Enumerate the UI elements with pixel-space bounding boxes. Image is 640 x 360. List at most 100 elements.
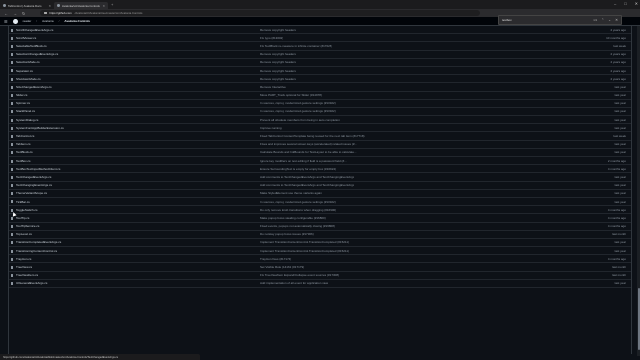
file-name-link[interactable]: TickBar.cs <box>16 200 30 204</box>
file-row[interactable]: TabItem.cs Fixes and improves several scr… <box>9 141 631 149</box>
file-name-link[interactable]: SystemFontAppBuilderExtension.cs <box>16 126 64 130</box>
forward-icon[interactable]: → <box>13 11 17 16</box>
new-tab-button[interactable]: + <box>111 2 113 7</box>
file-row[interactable]: SystemDialog.cs Prevent all obsolete memb… <box>9 116 631 125</box>
file-row[interactable]: Slider.cs Move PART_Track optional for Sl… <box>9 92 631 100</box>
minimize-icon[interactable]: – <box>614 1 616 6</box>
file-name-link[interactable]: ToolTipService.cs <box>16 224 39 228</box>
file-row[interactable]: TextChangingEventArgs.cs Add comments to … <box>9 182 631 190</box>
commit-message-link[interactable]: Fix typo (#13002) <box>260 36 283 40</box>
file-name-link[interactable]: TreeViewItem.cs <box>16 273 38 277</box>
file-name-link[interactable]: TextBlock.cs <box>16 150 33 154</box>
reload-icon[interactable]: ↻ <box>22 11 25 16</box>
file-name-link[interactable]: ScrollChangedEventArgs.cs <box>16 28 53 32</box>
commit-message-link[interactable]: In sources, csproj, modernized gesture s… <box>260 109 336 113</box>
file-name-link[interactable]: SystemDialog.cs <box>16 118 38 122</box>
file-row[interactable]: SelectionChangedEventArgs.cs Remove copyr… <box>9 51 631 59</box>
file-row[interactable]: TransitionCompletedEventArgs.cs Implement… <box>9 239 631 248</box>
commit-message-link[interactable]: Implement TransitionContentControl.Trans… <box>260 240 349 244</box>
commit-message-link[interactable]: Implement TransitionContentControl.Trans… <box>260 249 349 253</box>
commit-message-link[interactable]: Ensure SurroundingText is empty for empt… <box>260 167 336 171</box>
commit-message-link[interactable]: In sources, csproj, modernized gesture s… <box>260 200 336 204</box>
commit-message-link[interactable]: Add comments to TextChangedEventArgs and… <box>260 183 354 187</box>
url-field[interactable]: https://github.com/AvaloniaUI/Avalonia/t… <box>40 10 480 16</box>
find-close-icon[interactable]: ✕ <box>615 18 618 22</box>
file-row[interactable]: SizeChangedEventArgs.cs Remove Interactiv… <box>9 83 631 92</box>
file-name-link[interactable]: Spinner.cs <box>16 101 30 105</box>
file-name-link[interactable]: ScrollViewer.cs <box>16 36 36 40</box>
file-row[interactable]: ShutdownMode.cs Remove copyright headers 4… <box>9 75 631 84</box>
commit-message-link[interactable]: Do only remove knob transitions when dra… <box>260 208 336 212</box>
find-previous-icon[interactable]: ⌃ <box>601 18 604 22</box>
commit-message-link[interactable]: In sources, csproj, modernized gesture s… <box>260 101 336 105</box>
scrollbar-thumb[interactable] <box>637 288 640 350</box>
file-name-link[interactable]: TransitionCompletedEventArgs.cs <box>16 240 61 244</box>
file-row[interactable]: Separator.cs Remove copyright headers 4 ye… <box>9 67 631 76</box>
file-row[interactable]: SelectionMode.cs Remove copyright headers… <box>9 59 631 67</box>
file-row[interactable]: TopLevel.cs Do notstay popup focus issues… <box>9 231 631 239</box>
file-row[interactable]: UIGeneralEventArgs.cs Add implementation … <box>9 280 631 288</box>
breadcrumb-org[interactable]: Avalonia <box>42 19 53 23</box>
file-name-link[interactable]: TextChangedEventArgs.cs <box>16 175 51 179</box>
commit-message-link[interactable]: Do notstay popup focus issues (#17306) <box>260 232 314 236</box>
commit-message-link[interactable]: Fix TextBlock re-measure in infinite con… <box>260 44 332 48</box>
file-row[interactable]: ThemeVariantScope.cs Make StyledElement u… <box>9 190 631 198</box>
file-row[interactable]: ToggleSwitch.cs Do only remove knob trans… <box>9 206 631 215</box>
file-row[interactable]: TabControl.cs Fixed TabControl ContentTem… <box>9 132 631 141</box>
commit-message-link[interactable]: TrayIcon fixes (#17174) <box>260 257 291 261</box>
back-icon[interactable]: ← <box>4 11 8 16</box>
close-tab-icon[interactable]: ✕ <box>102 4 105 8</box>
file-row[interactable]: TextChangedEventArgs.cs Add comments to T… <box>9 173 631 182</box>
commit-message-link[interactable]: Add implementation of all event for appl… <box>260 281 328 285</box>
file-name-link[interactable]: SelectableTextBlock.cs <box>16 44 47 48</box>
commit-message-link[interactable]: Move PART_Track optional for Slider (#14… <box>260 93 322 97</box>
file-name-link[interactable]: TabItem.cs <box>16 142 31 146</box>
file-name-link[interactable]: Separator.cs <box>16 69 33 73</box>
file-row[interactable]: TickBar.cs In sources, csproj, modernized… <box>9 198 631 207</box>
file-name-link[interactable]: SelectionMode.cs <box>16 60 40 64</box>
commit-message-link[interactable]: Set Visible Role (14161 (#17179) <box>260 265 304 269</box>
file-row[interactable]: TextBlock.cs Calculate Bounds and InkBoun… <box>9 149 631 157</box>
close-tab-icon[interactable]: ✕ <box>48 4 51 8</box>
file-name-link[interactable]: ToggleSwitch.cs <box>16 208 38 212</box>
file-name-link[interactable]: Slider.cs <box>16 93 27 97</box>
find-next-icon[interactable]: ⌄ <box>608 18 611 22</box>
find-input[interactable]: textbox <box>502 18 589 22</box>
commit-message-link[interactable]: Remove Interactive <box>260 85 286 89</box>
commit-message-link[interactable]: Calculate Bounds and InkBounds for TextL… <box>260 150 357 154</box>
file-name-link[interactable]: StackPanel.cs <box>16 109 35 113</box>
hamburger-menu-icon[interactable]: ☰ <box>4 19 8 24</box>
commit-message-link[interactable]: Make popup focus stealing configurable (… <box>260 216 326 220</box>
commit-message-link[interactable]: Make StyledElement use theme variants ag… <box>260 191 322 195</box>
file-name-link[interactable]: SelectionChangedEventArgs.cs <box>16 52 58 56</box>
breadcrumb-owner[interactable]: reader <box>23 19 32 23</box>
file-name-link[interactable]: TextChangingEventArgs.cs <box>16 183 52 187</box>
file-row[interactable]: TreeView.cs Set Visible Role (14161 (#171… <box>9 263 631 272</box>
file-row[interactable]: SystemFontAppBuilderExtension.cs Improve … <box>9 124 631 133</box>
commit-message-link[interactable]: Fix TreeViewItem Expand/Collapse event s… <box>260 273 339 277</box>
maximize-icon[interactable]: □ <box>624 1 626 6</box>
file-name-link[interactable]: TransitioningContentControl.cs <box>16 249 57 253</box>
breadcrumb-repo[interactable]: Avalonia.Controls <box>64 19 90 23</box>
file-row[interactable]: ToolTip.cs Make popup focus stealing conf… <box>9 214 631 223</box>
file-name-link[interactable]: ShutdownMode.cs <box>16 77 41 81</box>
commit-message-link[interactable]: Remove copyright headers <box>260 60 296 64</box>
commit-message-link[interactable]: Remove copyright headers <box>260 69 296 73</box>
file-row[interactable]: TreeViewItem.cs Fix TreeViewItem Expand/C… <box>9 272 631 280</box>
commit-message-link[interactable]: Remove copyright headers <box>260 77 296 81</box>
close-window-icon[interactable]: ✕ <box>635 1 638 6</box>
github-logo-icon[interactable] <box>12 18 18 24</box>
commit-message-link[interactable]: Remove copyright headers <box>260 28 296 32</box>
file-name-link[interactable]: TextBox.cs <box>16 159 31 163</box>
file-row[interactable]: SelectableTextBlock.cs Fix TextBlock re-m… <box>9 42 631 51</box>
file-name-link[interactable]: SizeChangedEventArgs.cs <box>16 85 52 89</box>
file-row[interactable]: TextBox.cs Ignore key modifiers on text e… <box>9 157 631 166</box>
file-row[interactable]: TrayIcon.cs TrayIcon fixes (#17174) 4 mont… <box>9 255 631 264</box>
file-row[interactable]: TransitioningContentControl.cs Implement … <box>9 247 631 256</box>
browser-tab-2[interactable]: Avalonia/src/Avalonia.Controls ✕ <box>54 2 108 9</box>
file-row[interactable]: ToolTipService.cs Fixed events, popups no… <box>9 223 631 231</box>
commit-message-link[interactable]: Add comments to TextChangedEventArgs and… <box>260 175 354 179</box>
file-row[interactable]: TextBoxTextInputMethodClient.cs Ensure Su… <box>9 165 631 174</box>
file-row[interactable]: StackPanel.cs In sources, csproj, moderni… <box>9 108 631 117</box>
commit-message-link[interactable]: Ignore key modifiers on text editing if … <box>260 159 347 163</box>
